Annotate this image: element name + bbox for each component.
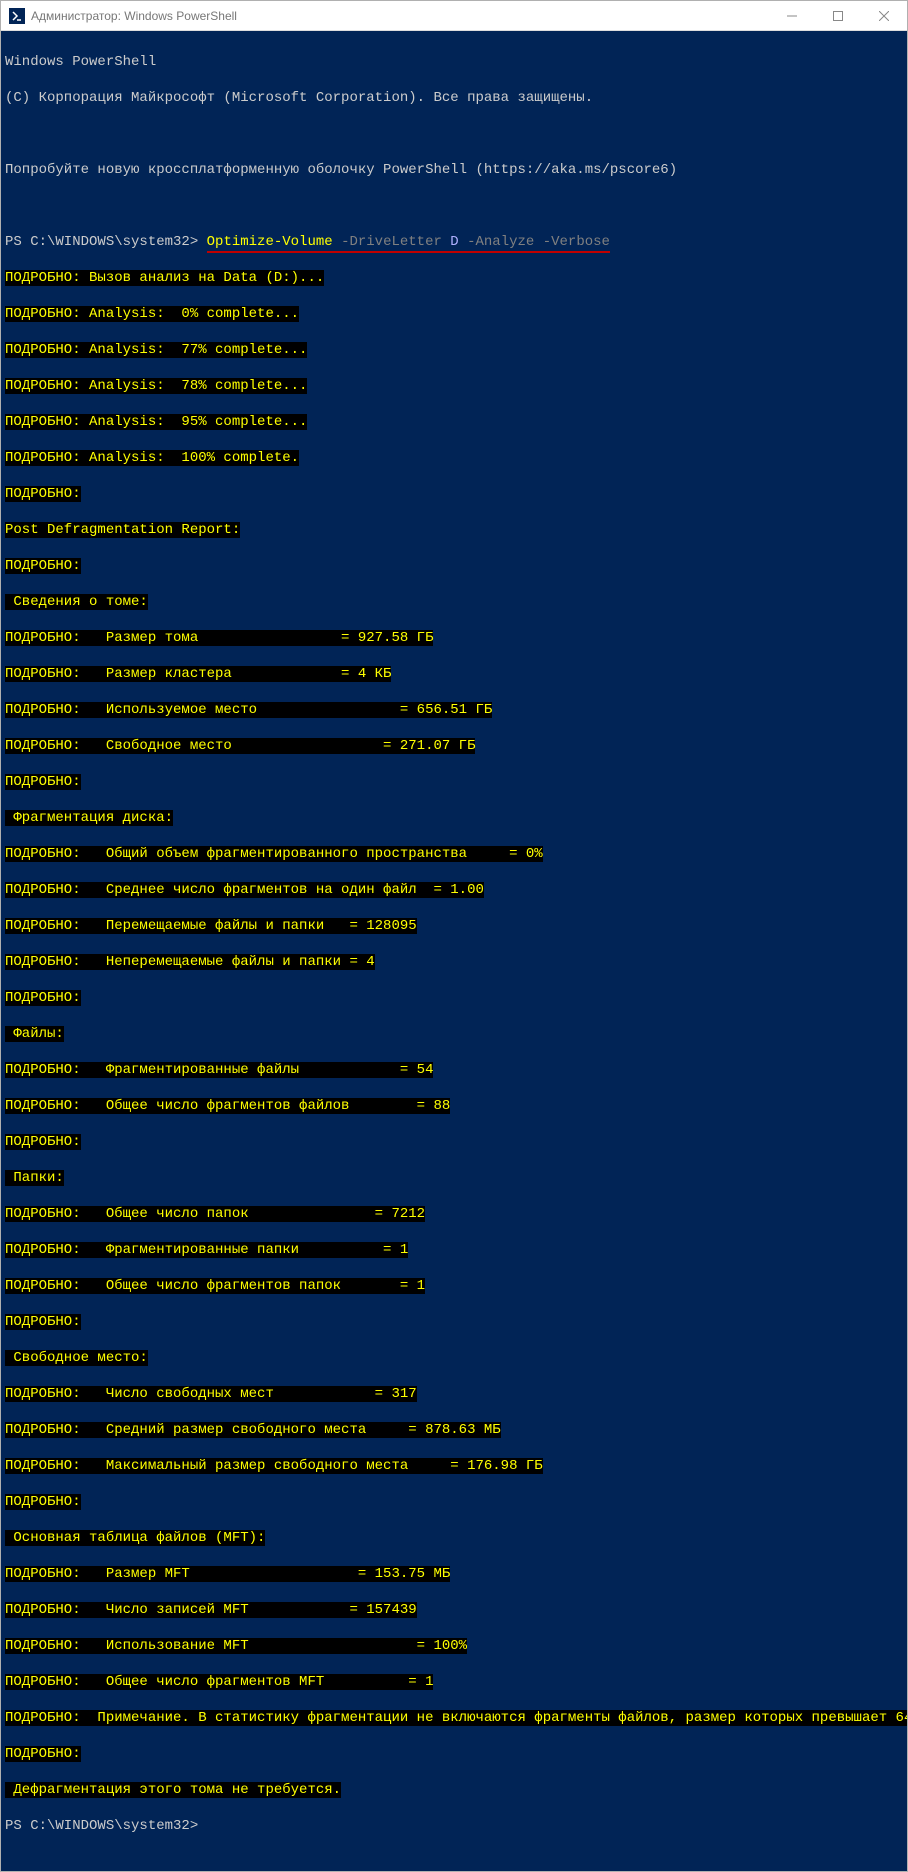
verbose-line: ПОДРОБНО: xyxy=(5,1133,903,1151)
section-mft: Основная таблица файлов (MFT): xyxy=(5,1529,903,1547)
section-folders: Папки: xyxy=(5,1169,903,1187)
verbose-line: ПОДРОБНО: Неперемещаемые файлы и папки =… xyxy=(5,953,903,971)
minimize-button[interactable] xyxy=(769,1,815,31)
blank-line xyxy=(5,197,903,215)
command-underline: Optimize-Volume -DriveLetter D -Analyze … xyxy=(207,234,610,253)
header-line: Попробуйте новую кроссплатформенную обол… xyxy=(5,161,903,179)
verbose-line: ПОДРОБНО: Максимальный размер свободного… xyxy=(5,1457,903,1475)
verbose-line: ПОДРОБНО: Число записей MFT = 157439 xyxy=(5,1601,903,1619)
section-files: Файлы: xyxy=(5,1025,903,1043)
verbose-line: ПОДРОБНО: xyxy=(5,989,903,1007)
blank-line xyxy=(5,125,903,143)
verbose-line: ПОДРОБНО: Свободное место = 271.07 ГБ xyxy=(5,737,903,755)
verbose-line: ПОДРОБНО: Использование MFT = 100% xyxy=(5,1637,903,1655)
verbose-line: ПОДРОБНО: Среднее число фрагментов на од… xyxy=(5,881,903,899)
titlebar[interactable]: Администратор: Windows PowerShell xyxy=(1,1,907,31)
section-freespace: Свободное место: xyxy=(5,1349,903,1367)
verbose-line: ПОДРОБНО: Перемещаемые файлы и папки = 1… xyxy=(5,917,903,935)
verbose-line: ПОДРОБНО: xyxy=(5,1745,903,1763)
verbose-line: ПОДРОБНО: Общий объем фрагментированного… xyxy=(5,845,903,863)
verbose-line: ПОДРОБНО: Общее число фрагментов MFT = 1 xyxy=(5,1673,903,1691)
verbose-line: ПОДРОБНО: Средний размер свободного мест… xyxy=(5,1421,903,1439)
verbose-line: ПОДРОБНО: Analysis: 95% complete... xyxy=(5,413,903,431)
verbose-note: ПОДРОБНО: Примечание. В статистику фрагм… xyxy=(5,1709,903,1727)
verbose-line: ПОДРОБНО: Общее число фрагментов файлов … xyxy=(5,1097,903,1115)
window-controls xyxy=(769,1,907,31)
verbose-line: ПОДРОБНО: Фрагментированные папки = 1 xyxy=(5,1241,903,1259)
prompt-line[interactable]: PS C:\WINDOWS\system32> xyxy=(5,1817,903,1835)
verbose-line: ПОДРОБНО: Analysis: 77% complete... xyxy=(5,341,903,359)
verbose-line: ПОДРОБНО: Размер кластера = 4 КБ xyxy=(5,665,903,683)
command-line: PS C:\WINDOWS\system32> Optimize-Volume … xyxy=(5,233,903,251)
result-line: Дефрагментация этого тома не требуется. xyxy=(5,1781,903,1799)
verbose-line: ПОДРОБНО: Вызов анализ на Data (D:)... xyxy=(5,269,903,287)
window-title: Администратор: Windows PowerShell xyxy=(31,9,769,23)
verbose-line: ПОДРОБНО: xyxy=(5,557,903,575)
verbose-line: ПОДРОБНО: xyxy=(5,773,903,791)
verbose-line: ПОДРОБНО: xyxy=(5,1313,903,1331)
verbose-line: ПОДРОБНО: Analysis: 0% complete... xyxy=(5,305,903,323)
verbose-line: ПОДРОБНО: Analysis: 100% complete. xyxy=(5,449,903,467)
verbose-line: ПОДРОБНО: xyxy=(5,485,903,503)
header-line: Windows PowerShell xyxy=(5,53,903,71)
param-driveletter: -DriveLetter xyxy=(333,234,451,250)
terminal-output[interactable]: Windows PowerShell (C) Корпорация Майкро… xyxy=(1,31,907,1871)
verbose-line: ПОДРОБНО: Используемое место = 656.51 ГБ xyxy=(5,701,903,719)
close-button[interactable] xyxy=(861,1,907,31)
powershell-icon xyxy=(9,8,25,24)
verbose-line: ПОДРОБНО: Analysis: 78% complete... xyxy=(5,377,903,395)
verbose-line: ПОДРОБНО: Общее число папок = 7212 xyxy=(5,1205,903,1223)
section-volume: Сведения о томе: xyxy=(5,593,903,611)
maximize-button[interactable] xyxy=(815,1,861,31)
cmdlet-name: Optimize-Volume xyxy=(207,234,333,250)
powershell-window: Администратор: Windows PowerShell Window… xyxy=(0,0,908,1872)
verbose-line: ПОДРОБНО: Размер MFT = 153.75 МБ xyxy=(5,1565,903,1583)
verbose-line: ПОДРОБНО: xyxy=(5,1493,903,1511)
verbose-line: ПОДРОБНО: Фрагментированные файлы = 54 xyxy=(5,1061,903,1079)
param-verbose: -Verbose xyxy=(543,234,610,250)
prompt: PS C:\WINDOWS\system32> xyxy=(5,234,207,250)
header-line: (C) Корпорация Майкрософт (Microsoft Cor… xyxy=(5,89,903,107)
verbose-line: ПОДРОБНО: Общее число фрагментов папок =… xyxy=(5,1277,903,1295)
verbose-line: ПОДРОБНО: Размер тома = 927.58 ГБ xyxy=(5,629,903,647)
section-fragmentation: Фрагментация диска: xyxy=(5,809,903,827)
verbose-line: ПОДРОБНО: Число свободных мест = 317 xyxy=(5,1385,903,1403)
report-header: Post Defragmentation Report: xyxy=(5,521,903,539)
arg-driveletter: D xyxy=(450,234,458,250)
param-analyze: -Analyze xyxy=(459,234,543,250)
